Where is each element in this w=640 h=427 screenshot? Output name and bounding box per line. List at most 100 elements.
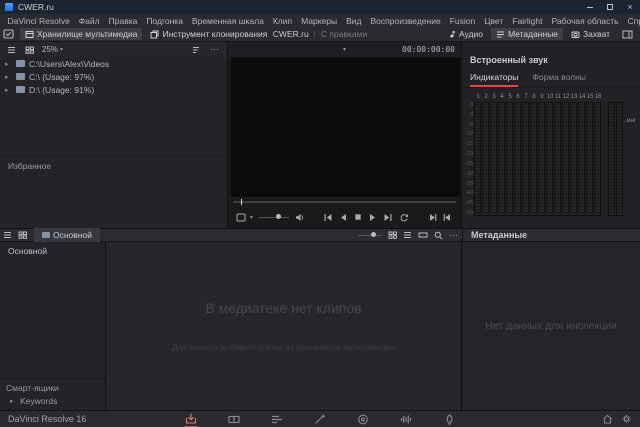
meter-bar (522, 102, 529, 216)
fusion-page-button[interactable] (314, 411, 327, 427)
meter-bar (554, 102, 561, 216)
panel-layout-icon[interactable] (619, 30, 636, 39)
menu-item[interactable]: Правка (104, 16, 142, 26)
toolbar-right: Аудио Метаданные Захват (440, 28, 640, 40)
keywords-row[interactable]: ▸ Keywords (0, 393, 105, 406)
app-icon (5, 3, 13, 11)
chevron-right-icon[interactable]: ▸ (5, 60, 12, 68)
last-frame-button[interactable] (380, 213, 396, 222)
bin-list-view-icon[interactable] (0, 231, 15, 239)
chevron-right-icon[interactable]: ▸ (10, 397, 17, 405)
audio-panel-button[interactable]: Аудио (443, 28, 488, 40)
clip-options-button[interactable]: ▾ (233, 213, 256, 222)
cut-page-button[interactable] (228, 411, 241, 427)
media-storage-toggle-icon[interactable] (0, 29, 17, 39)
metadata-panel-button[interactable]: Метаданные (491, 28, 563, 40)
bin-thumbnail-view-icon[interactable] (15, 231, 30, 239)
capture-button[interactable]: Захват (566, 28, 615, 40)
list-view-icon[interactable] (4, 46, 19, 54)
tree-row[interactable]: ▸ C:\ (Usage: 97%) (0, 70, 227, 83)
meter-bar (482, 102, 489, 216)
channel-number: 4 (498, 94, 506, 100)
db-label: -15 (465, 141, 473, 147)
channel-number: 8 (530, 94, 538, 100)
menu-item[interactable]: Временная шкала (187, 16, 268, 26)
tree-row-label: C:\ (Usage: 97%) (29, 72, 94, 82)
menu-item[interactable]: Маркеры (297, 16, 342, 26)
menu-item[interactable]: Fairlight (508, 16, 547, 26)
maximize-icon (607, 4, 613, 10)
app-window: CWER.ru × DaVinci ResolveФайлПравкаПодго… (0, 0, 640, 427)
db-label: -20 (465, 151, 473, 157)
scrub-bar[interactable] (233, 199, 456, 205)
menu-item[interactable]: Справка (623, 16, 640, 26)
pool-strip-view-icon[interactable] (415, 231, 431, 239)
color-page-button[interactable] (357, 411, 370, 427)
tree-row[interactable]: ▸ D:\ (Usage: 91%) (0, 83, 227, 96)
media-storage-button[interactable]: Хранилище мультимедиа (20, 28, 142, 40)
chevron-right-icon[interactable]: ▸ (5, 86, 12, 94)
pool-more-icon[interactable]: ⋯ (446, 230, 462, 241)
tab-waveform[interactable]: Форма волны (532, 72, 586, 87)
menu-item[interactable]: Вид (342, 16, 366, 26)
channel-number: 5 (506, 94, 514, 100)
mark-out-icon[interactable] (440, 213, 456, 222)
bin-list-item[interactable]: Основной (0, 242, 105, 260)
channel-number: 14 (578, 94, 586, 100)
viewer-timecode: 00:00:00:00 (402, 45, 461, 54)
tab-indicators[interactable]: Индикаторы (470, 72, 518, 87)
speaker-icon[interactable] (292, 213, 308, 222)
pool-list-view-icon[interactable] (400, 231, 415, 239)
stop-button[interactable] (351, 213, 365, 221)
meter-bar (538, 102, 545, 216)
scrub-track[interactable] (233, 201, 456, 203)
tree-row[interactable]: ▸ C:\Users\Alex\Videos (0, 57, 227, 70)
channel-number: 16 (594, 94, 602, 100)
bin-tab[interactable]: Основной (34, 228, 100, 242)
loop-button[interactable] (396, 213, 412, 222)
channel-number: 10 (546, 94, 554, 100)
play-button[interactable] (365, 213, 380, 222)
chevron-right-icon[interactable]: ▸ (5, 73, 12, 81)
step-back-button[interactable] (336, 213, 351, 222)
meter-bar (498, 102, 505, 216)
menu-item[interactable]: Fusion (445, 16, 480, 26)
media-page-button[interactable] (185, 411, 198, 427)
thumbnail-view-icon[interactable] (22, 46, 37, 54)
sort-icon[interactable] (189, 46, 204, 54)
deliver-page-button[interactable] (443, 411, 456, 427)
minimize-button[interactable] (580, 0, 600, 14)
meter-bar (594, 102, 601, 216)
edit-page-button[interactable] (271, 411, 284, 427)
maximize-button[interactable] (600, 0, 620, 14)
menu-item[interactable]: Файл (74, 16, 104, 26)
volume-slider[interactable] (259, 213, 289, 221)
mark-in-icon[interactable] (424, 213, 440, 222)
pool-grid-view-icon[interactable] (385, 231, 400, 239)
viewer-source-dropdown-icon[interactable]: ▾ (343, 46, 346, 53)
first-frame-button[interactable] (320, 213, 336, 222)
menu-item[interactable]: Цвет (480, 16, 508, 26)
fairlight-page-button[interactable] (400, 411, 413, 427)
meter-bar (546, 102, 553, 216)
menu-item[interactable]: Подгонка (142, 16, 188, 26)
menu-item[interactable]: Рабочая область (547, 16, 623, 26)
storage-more-icon[interactable]: ⋯ (207, 44, 223, 55)
channel-meters (474, 102, 601, 216)
project-manager-icon[interactable] (602, 414, 613, 424)
clone-tool-button[interactable]: Инструмент клонирования (145, 28, 272, 40)
menu-item[interactable]: Клип (268, 16, 296, 26)
menu-item[interactable]: Воспроизведение (366, 16, 445, 26)
db-label: -10 (465, 131, 473, 137)
thumbnail-zoom-select[interactable]: 25% ▾ (40, 45, 65, 54)
zoom-value: 25% (42, 45, 58, 54)
search-icon[interactable] (431, 231, 446, 240)
tree-row-label: D:\ (Usage: 91%) (29, 85, 94, 95)
menu-item[interactable]: DaVinci Resolve (3, 16, 74, 26)
playhead[interactable] (241, 199, 242, 205)
thumbnail-size-slider[interactable] (358, 231, 382, 239)
settings-gear-icon[interactable] (621, 414, 632, 424)
channel-number: 2 (482, 94, 490, 100)
storage-toolbar: 25% ▾ ⋯ (0, 42, 228, 57)
close-button[interactable]: × (620, 0, 640, 14)
